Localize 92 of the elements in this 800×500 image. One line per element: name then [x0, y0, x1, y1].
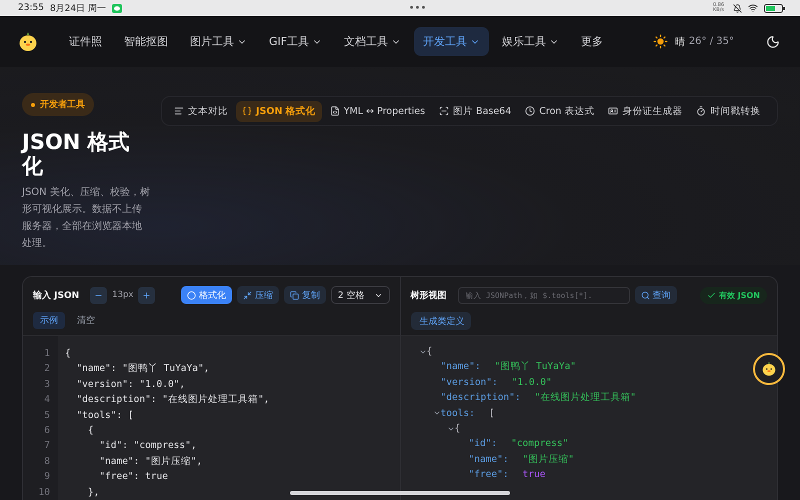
- temperature: 26° / 35°: [688, 36, 734, 47]
- generate-class-button[interactable]: 生成类定义: [410, 312, 470, 330]
- compress-icon: [242, 290, 252, 300]
- tree-value: "1.0.0": [512, 376, 552, 390]
- more-dots[interactable]: •••: [408, 2, 426, 14]
- code-line: "name": "图鸭丫 TuYaYa",: [75, 362, 210, 376]
- tool-tab[interactable]: JSON 格式化: [236, 100, 322, 122]
- tree-key: "description":: [440, 390, 521, 406]
- tree-key: "name":: [468, 452, 509, 468]
- nav-item[interactable]: GIF工具: [260, 27, 332, 56]
- tool-tab[interactable]: YML ↔ Properties: [324, 102, 432, 120]
- code-line: "id": "compress",: [98, 439, 198, 454]
- tree-key: "free":: [468, 467, 509, 483]
- clock-icon: [525, 106, 536, 116]
- font-size-value: 13px: [112, 290, 134, 300]
- line-number: 8: [43, 454, 50, 469]
- line-number: 9: [43, 470, 50, 484]
- nav-item[interactable]: 证件照: [60, 27, 111, 56]
- braces-icon: [242, 106, 252, 116]
- theme-toggle-icon[interactable]: [766, 34, 780, 48]
- valid-badge: 有效 JSON: [700, 286, 767, 304]
- code-line: },: [86, 486, 100, 500]
- plus-icon: [142, 290, 152, 300]
- battery-icon: [764, 4, 786, 12]
- tool-tab[interactable]: 文本对比: [168, 100, 234, 122]
- tree-key: "version":: [440, 374, 498, 390]
- search-icon: [640, 290, 650, 300]
- tree-value: "在线图片处理工具箱": [534, 391, 636, 406]
- wifi-icon: [748, 3, 758, 13]
- code-line: "free": true: [98, 470, 169, 484]
- line-number: 7: [43, 439, 50, 454]
- pane-title: 树形视图: [410, 289, 446, 302]
- code-line: {: [86, 424, 95, 438]
- tree-value: [: [488, 406, 495, 421]
- scan-icon: [439, 106, 450, 116]
- code-line: "tools": [: [75, 408, 135, 423]
- page-description: JSON 美化、压缩、校验，树形可视化展示。数据不上传服务器，全部在浏览器本地处理。: [22, 186, 150, 251]
- mute-icon: [733, 4, 742, 12]
- tool-tab[interactable]: 图片 Base64: [433, 100, 518, 122]
- tree-key: "name":: [440, 359, 481, 375]
- check-icon: [706, 290, 716, 300]
- indent-select[interactable]: 2 空格: [330, 286, 390, 304]
- line-number: 10: [38, 486, 50, 500]
- editor-tab[interactable]: 示例: [33, 312, 65, 329]
- line-number: 3: [43, 378, 50, 392]
- tree-bracket: {: [426, 345, 432, 359]
- weather-condition: 晴: [674, 36, 685, 48]
- tree-value: "图鸭丫 TuYaYa": [494, 360, 576, 374]
- nav-item[interactable]: 更多: [572, 27, 612, 56]
- tree-value: "图片压缩": [522, 452, 574, 467]
- nav-item[interactable]: 智能抠图: [115, 27, 177, 56]
- pane-title: 输入 JSON: [33, 289, 80, 302]
- tree-key: tools:: [440, 406, 475, 422]
- tool-tab[interactable]: 时间戳转换: [690, 100, 766, 122]
- status-time: 23:55: [18, 3, 44, 13]
- nav-item[interactable]: 娱乐工具: [493, 27, 568, 56]
- tree-bracket: {: [454, 422, 460, 436]
- nav-item[interactable]: 文档工具: [335, 27, 410, 56]
- line-number: 5: [43, 408, 50, 423]
- line-number: 1: [43, 346, 50, 361]
- action-button[interactable]: 压缩: [236, 286, 279, 304]
- tree-value: true: [522, 468, 546, 482]
- query-button[interactable]: 查询: [634, 286, 676, 304]
- category-badge: 开发者工具: [22, 93, 94, 116]
- page-title: JSON 格式化: [22, 130, 131, 178]
- timer-icon: [696, 106, 706, 116]
- line-number: 6: [43, 424, 50, 438]
- nav-item[interactable]: 图片工具: [181, 27, 256, 56]
- tool-tab[interactable]: Cron 表达式: [519, 100, 600, 122]
- code-line: "description": "在线图片处理工具箱",: [75, 393, 270, 408]
- code-line: "version": "1.0.0",: [75, 378, 186, 392]
- code-line: "name": "图片压缩",: [98, 454, 204, 469]
- action-button[interactable]: 格式化: [180, 286, 232, 304]
- editor-tab[interactable]: 清空: [70, 312, 102, 329]
- code-line: {: [65, 346, 72, 361]
- tree-value: "compress": [511, 437, 568, 452]
- line-number: 2: [43, 362, 50, 376]
- id-card-icon: [608, 106, 618, 116]
- copy-icon: [290, 290, 299, 300]
- circle-icon: [186, 290, 196, 300]
- increase-button[interactable]: [138, 286, 156, 304]
- tree-key: "id":: [468, 436, 498, 452]
- chat-app-icon: [112, 4, 122, 12]
- tool-tab[interactable]: 身份证生成器: [602, 100, 688, 122]
- lines-icon: [174, 106, 184, 116]
- duck-icon: [760, 360, 778, 378]
- action-button[interactable]: 复制: [284, 286, 326, 304]
- sun-icon: [652, 34, 668, 49]
- status-date: 8月24日 周一: [50, 2, 106, 14]
- line-number: 4: [43, 393, 50, 408]
- nav-item[interactable]: 开发工具: [414, 27, 490, 56]
- file-icon: [330, 106, 340, 116]
